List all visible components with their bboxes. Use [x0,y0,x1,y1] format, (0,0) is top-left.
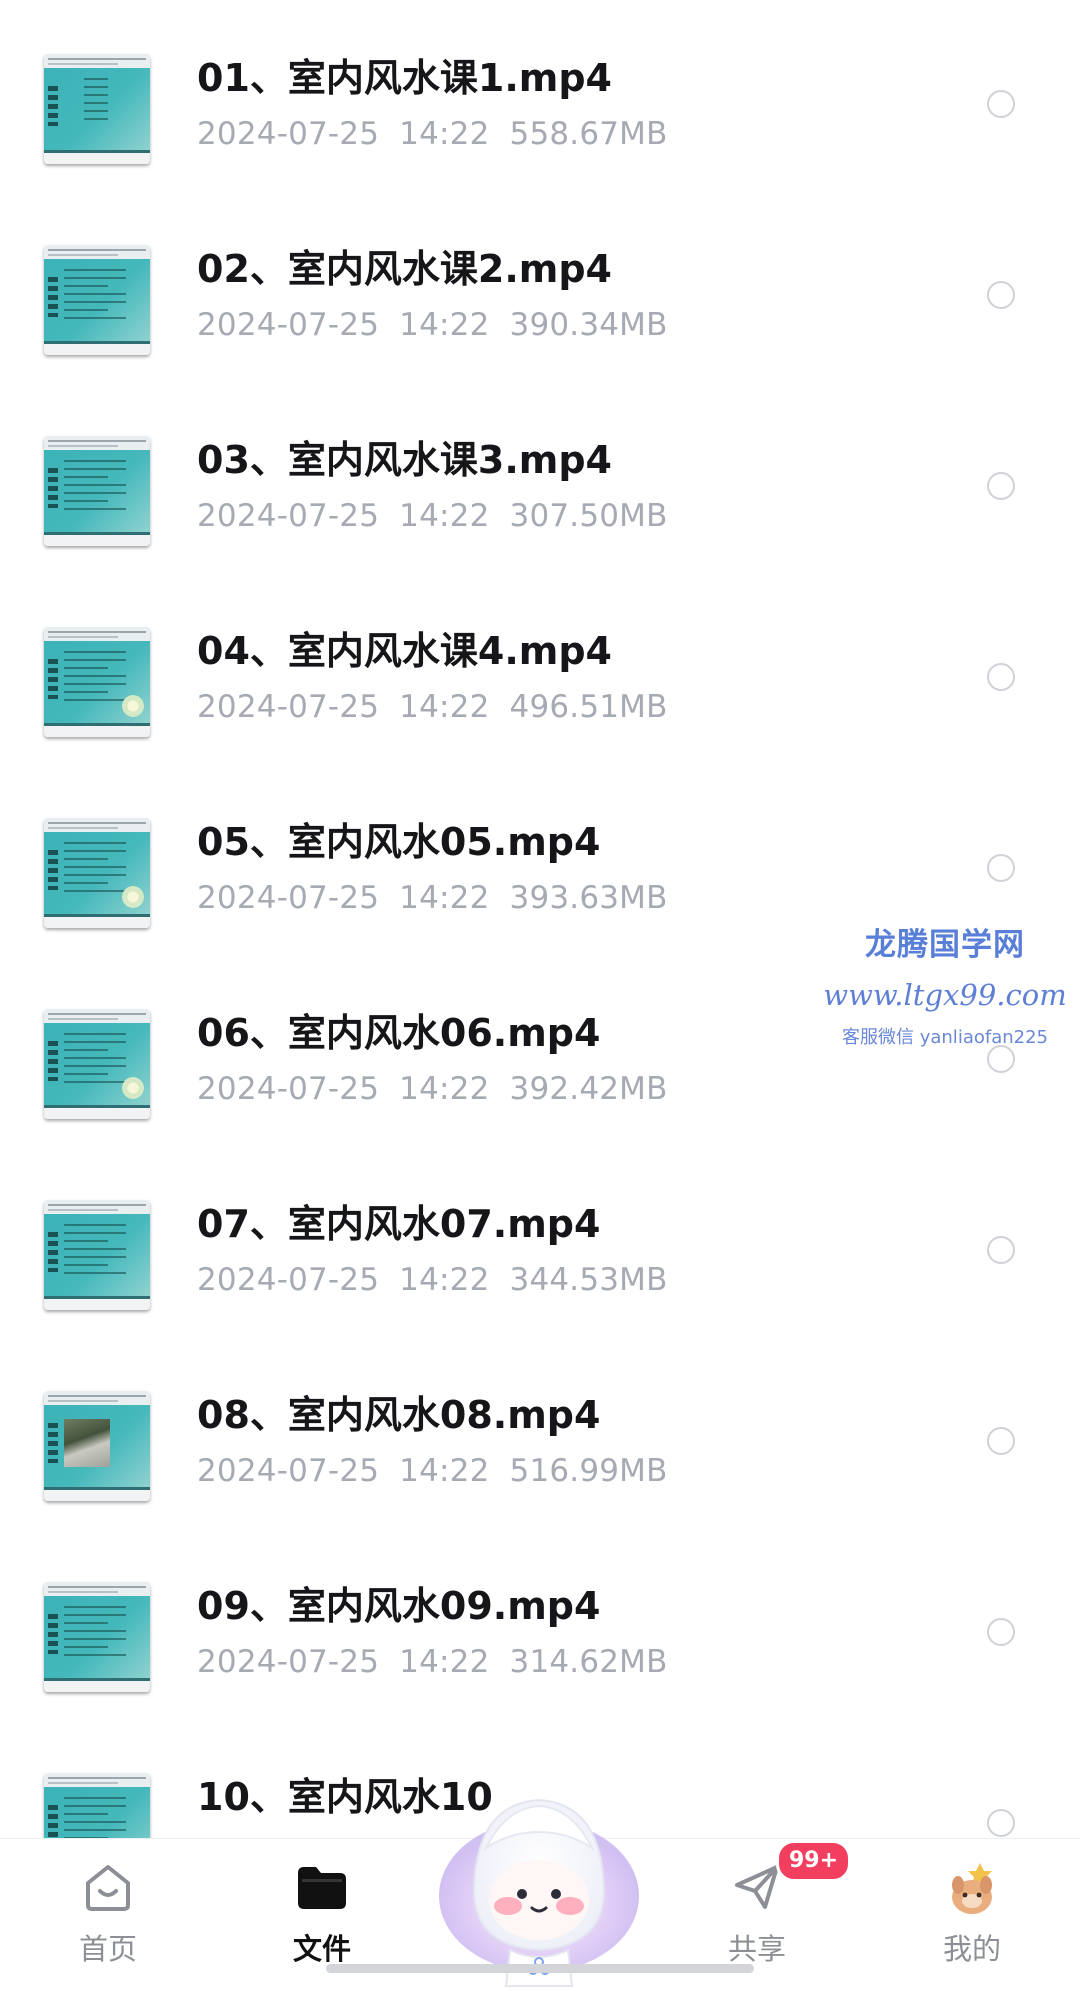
select-radio[interactable] [987,1809,1015,1837]
file-date: 2024-07-25 [197,880,380,916]
file-time: 14:22 [399,307,490,343]
nav-share-label: 共享 [727,1932,786,1966]
home-indicator[interactable] [326,1964,754,1973]
share-count-badge: 99+ [776,1840,852,1882]
select-radio[interactable] [987,1236,1015,1264]
file-time: 14:22 [399,1453,490,1489]
file-date: 2024-07-25 [197,1262,380,1298]
file-size: 307.50MB [509,498,668,534]
select-radio[interactable] [987,90,1015,118]
file-date: 2024-07-25 [197,1071,380,1107]
select-radio[interactable] [987,854,1015,882]
file-name: 04、室内风水课4.mp4 [197,629,612,673]
file-date: 2024-07-25 [197,689,380,725]
watermark-url: www.ltgx99.com [823,978,1067,1012]
file-meta: 2024-07-25 14:22 314.62MB [197,1642,668,1682]
file-name: 01、室内风水课1.mp4 [197,56,612,100]
file-meta: 2024-07-25 14:22 393.63MB [197,878,668,918]
file-date: 2024-07-25 [197,116,380,152]
file-time: 14:22 [399,689,490,725]
file-time: 14:22 [399,1071,490,1107]
file-meta: 2024-07-25 14:22 496.51MB [197,687,668,727]
file-name: 03、室内风水课3.mp4 [197,438,612,482]
file-name: 08、室内风水08.mp4 [197,1393,601,1437]
video-thumbnail [44,1391,150,1501]
file-date: 2024-07-25 [197,1453,380,1489]
file-time: 14:22 [399,498,490,534]
video-thumbnail [44,818,150,928]
file-name: 02、室内风水课2.mp4 [197,247,612,291]
video-thumbnail [44,54,150,164]
select-radio[interactable] [987,1427,1015,1455]
file-meta: 2024-07-25 14:22 558.67MB [197,114,668,154]
file-time: 14:22 [399,1644,490,1680]
file-row[interactable]: 01、室内风水课1.mp4 2024-07-25 14:22 558.67MB [0,54,1080,245]
file-meta: 2024-07-25 14:22 390.34MB [197,305,668,345]
file-size: 393.63MB [509,880,668,916]
file-size: 516.99MB [509,1453,668,1489]
nav-home-label: 首页 [78,1932,137,1966]
nav-home[interactable]: 首页 [38,1839,178,1991]
file-row[interactable]: 04、室内风水课4.mp4 2024-07-25 14:22 496.51MB [0,627,1080,818]
video-thumbnail [44,245,150,355]
file-name: 09、室内风水09.mp4 [197,1584,601,1628]
avatar-icon [952,1863,992,1914]
home-icon [86,1865,130,1911]
video-thumbnail [44,1009,150,1119]
file-size: 344.53MB [509,1262,668,1298]
file-row[interactable]: 08、室内风水08.mp4 2024-07-25 14:22 516.99MB [0,1391,1080,1582]
file-size: 314.62MB [509,1644,668,1680]
file-name: 07、室内风水07.mp4 [197,1202,601,1246]
video-thumbnail [44,436,150,546]
video-thumbnail [44,1582,150,1692]
file-date: 2024-07-25 [197,1644,380,1680]
watermark-contact: 客服微信 yanliaofan225 [842,1027,1048,1048]
file-date: 2024-07-25 [197,307,380,343]
file-size: 390.34MB [509,307,668,343]
file-meta: 2024-07-25 14:22 392.42MB [197,1069,668,1109]
file-size: 558.67MB [509,116,668,152]
file-size: 496.51MB [509,689,668,725]
file-time: 14:22 [399,1262,490,1298]
file-name: 05、室内风水05.mp4 [197,820,601,864]
select-radio[interactable] [987,663,1015,691]
select-radio[interactable] [987,1618,1015,1646]
file-time: 14:22 [399,880,490,916]
file-meta: 2024-07-25 14:22 344.53MB [197,1260,668,1300]
nav-mine-label: 我的 [942,1932,1001,1966]
file-meta: 2024-07-25 14:22 516.99MB [197,1451,668,1491]
mascot-button[interactable] [436,1778,642,1990]
file-row[interactable]: 03、室内风水课3.mp4 2024-07-25 14:22 307.50MB [0,436,1080,627]
nav-files-label: 文件 [292,1932,351,1966]
file-row[interactable]: 09、室内风水09.mp4 2024-07-25 14:22 314.62MB [0,1582,1080,1773]
select-radio[interactable] [987,472,1015,500]
video-thumbnail [44,1200,150,1310]
file-date: 2024-07-25 [197,498,380,534]
file-time: 14:22 [399,116,490,152]
file-name: 06、室内风水06.mp4 [197,1011,601,1055]
file-row[interactable]: 07、室内风水07.mp4 2024-07-25 14:22 344.53MB [0,1200,1080,1391]
file-size: 392.42MB [509,1071,668,1107]
nav-mine[interactable]: 我的 [902,1839,1042,1991]
file-row[interactable]: 02、室内风水课2.mp4 2024-07-25 14:22 390.34MB [0,245,1080,436]
watermark-name: 龙腾国学网 [865,927,1025,963]
file-meta: 2024-07-25 14:22 307.50MB [197,496,668,536]
select-radio[interactable] [987,281,1015,309]
video-thumbnail [44,627,150,737]
folder-icon [298,1867,346,1909]
